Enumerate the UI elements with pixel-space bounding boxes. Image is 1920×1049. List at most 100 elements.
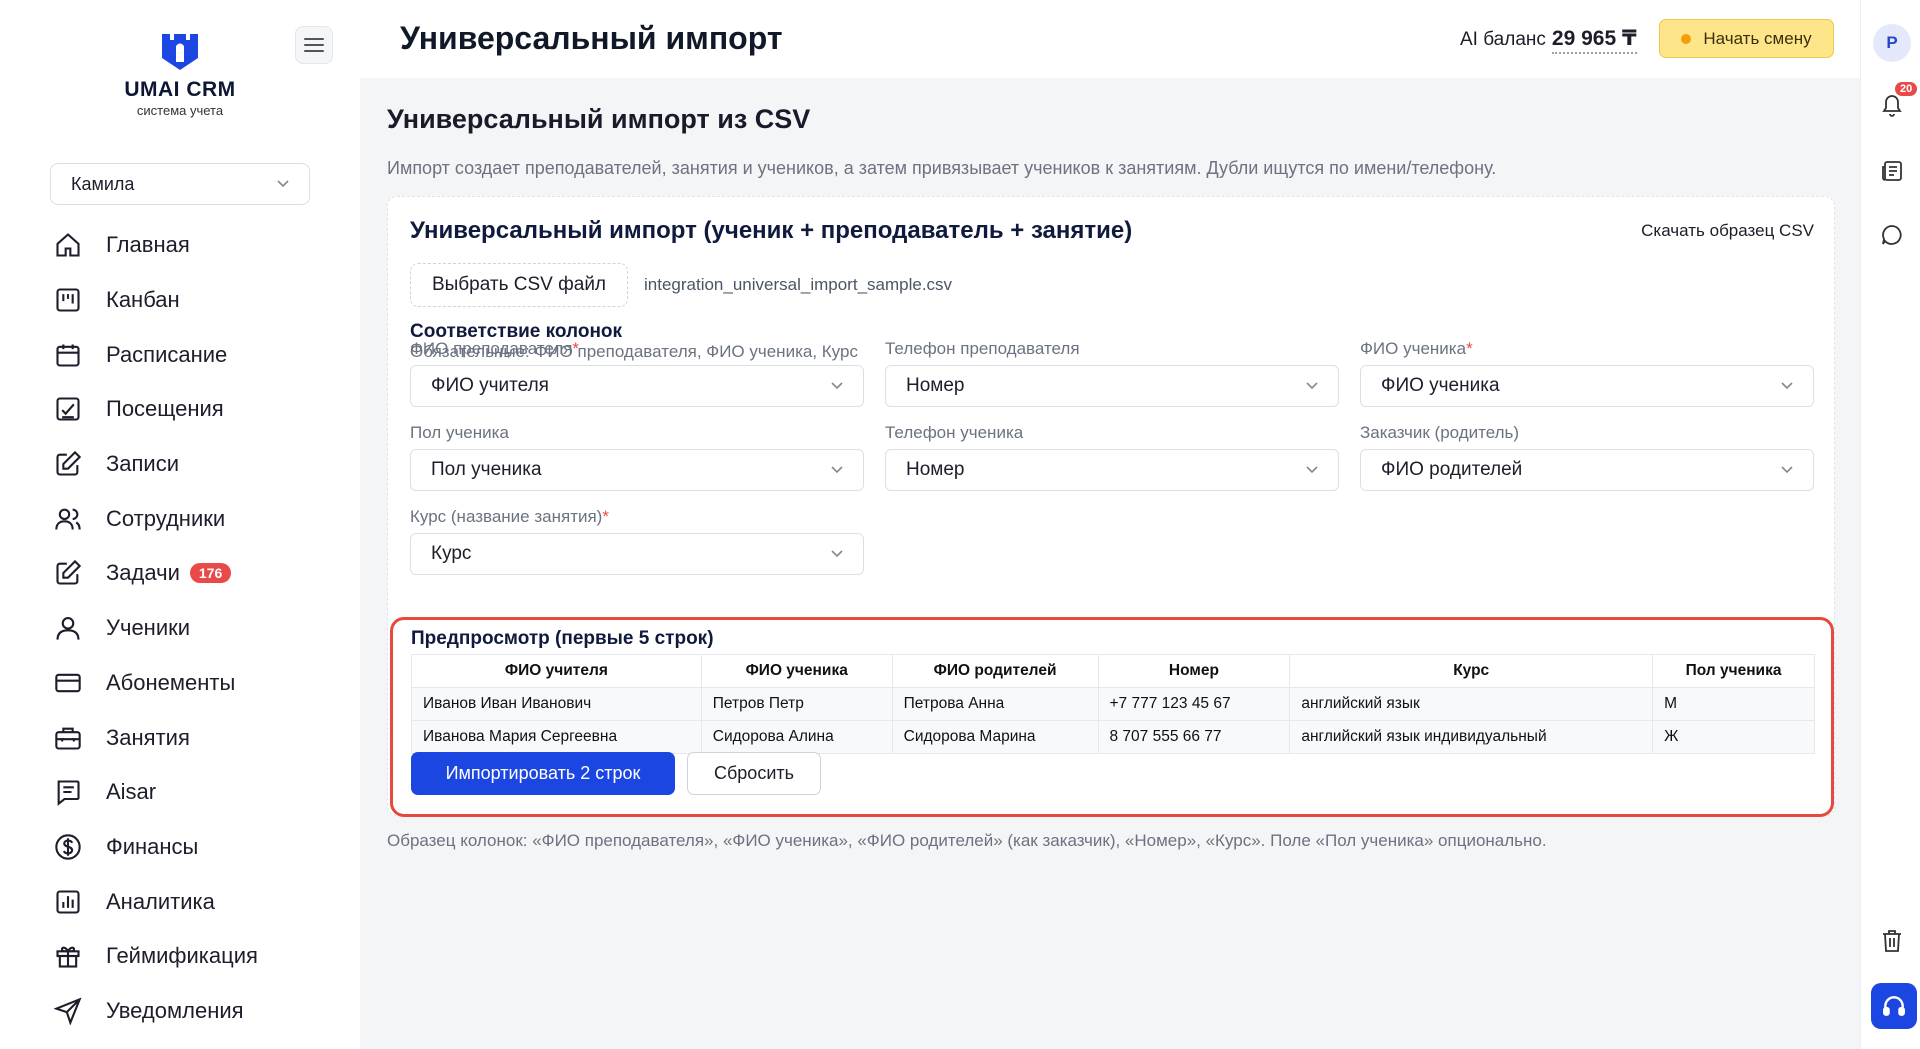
download-sample-link[interactable]: Скачать образец CSV (1641, 221, 1814, 241)
table-row: Иванов Иван Иванович Петров Петр Петрова… (411, 687, 1815, 721)
field-label-text: Пол ученика (410, 423, 509, 442)
chevron-down-icon (277, 180, 289, 188)
select-value: Пол ученика (431, 459, 542, 480)
choose-file-button[interactable]: Выбрать CSV файл (410, 263, 628, 307)
user-select[interactable]: Камила (50, 163, 310, 205)
sidebar-item-label: Записи (106, 451, 180, 477)
sidebar-item-gamification[interactable]: Геймификация (52, 929, 342, 984)
sidebar-item-students[interactable]: Ученики (52, 601, 342, 656)
ai-balance-value[interactable]: 29 965 ₸ (1551, 26, 1637, 54)
chat-button[interactable] (1877, 220, 1907, 250)
section-description: Импорт создает преподавателей, занятия и… (387, 158, 1497, 178)
tasks-count-badge: 176 (189, 563, 232, 584)
sidebar-item-subscriptions[interactable]: Абонементы (52, 656, 342, 711)
field-label-text: Заказчик (родитель) (1360, 423, 1520, 442)
student-name-select[interactable]: ФИО ученика (1360, 365, 1814, 407)
table-cell: английский язык (1289, 687, 1654, 721)
start-shift-label: Начать смену (1703, 28, 1812, 48)
menu-toggle-button[interactable] (295, 26, 333, 64)
table-row: Иванова Мария Сергеевна Сидорова Алина С… (411, 720, 1815, 754)
start-shift-button[interactable]: Начать смену (1659, 19, 1834, 58)
customer-parent-select[interactable]: ФИО родителей (1360, 449, 1814, 491)
selected-file-name: integration_universal_import_sample.csv (644, 275, 953, 294)
home-icon (52, 229, 84, 261)
status-dot-icon (1681, 33, 1692, 44)
student-phone-select[interactable]: Номер (885, 449, 1339, 491)
field-teacher-phone: Телефон преподавателя Номер (885, 339, 1339, 407)
sidebar-item-lessons[interactable]: Занятия (52, 710, 342, 765)
select-value: ФИО учителя (431, 375, 549, 396)
chevron-down-icon (1306, 382, 1318, 390)
user-icon (52, 612, 84, 644)
field-label: Курс (название занятия)* (410, 507, 864, 529)
send-icon (52, 995, 84, 1027)
field-customer-parent: Заказчик (родитель) ФИО родителей (1360, 423, 1814, 491)
select-value: ФИО ученика (1381, 375, 1500, 396)
teacher-phone-select[interactable]: Номер (885, 365, 1339, 407)
table-cell: Ж (1652, 720, 1815, 754)
student-gender-select[interactable]: Пол ученика (410, 449, 864, 491)
preview-panel: Предпросмотр (первые 5 строк) ФИО учител… (390, 617, 1834, 817)
sidebar-item-label: Канбан (106, 287, 180, 313)
chevron-down-icon (1781, 382, 1793, 390)
sidebar-item-aisar[interactable]: Aisar (52, 765, 342, 820)
select-value: Номер (906, 459, 965, 480)
chevron-down-icon (1781, 466, 1793, 474)
brand-name: UMAI CRM (124, 78, 236, 101)
import-card-title: Универсальный импорт (ученик + преподава… (410, 217, 1133, 244)
sidebar-item-analytics[interactable]: Аналитика (52, 874, 342, 929)
import-card: Универсальный импорт (ученик + преподава… (387, 196, 1835, 817)
tower-logo-icon (162, 34, 198, 70)
preview-title: Предпросмотр (первые 5 строк) (411, 628, 714, 649)
briefcase-icon (52, 722, 84, 754)
import-rows-button[interactable]: Импортировать 2 строк (411, 752, 675, 795)
calendar-icon (52, 339, 84, 371)
preview-table: ФИО учителя ФИО ученика ФИО родителей Но… (411, 654, 1815, 754)
field-label-text: ФИО ученика (1360, 339, 1467, 358)
sidebar-item-label: Аналитика (106, 888, 215, 914)
gift-icon (52, 940, 84, 972)
field-label: Телефон преподавателя (885, 339, 1339, 361)
brand-logo[interactable]: UMAI CRM система учета (118, 32, 242, 118)
field-course: Курс (название занятия)* Курс (410, 507, 864, 575)
field-label: Пол ученика (410, 423, 864, 445)
sidebar-item-notifications[interactable]: Уведомления (52, 984, 342, 1039)
support-button[interactable] (1871, 983, 1917, 1029)
sidebar-item-kanban[interactable]: Канбан (52, 273, 342, 328)
field-label: ФИО преподавателя* (410, 339, 864, 361)
sidebar-item-home[interactable]: Главная (52, 218, 342, 273)
sidebar-item-label: Главная (106, 232, 190, 258)
sidebar-item-label: Уведомления (106, 997, 244, 1023)
sidebar-item-staff[interactable]: Сотрудники (52, 491, 342, 546)
column-header: ФИО родителей (891, 654, 1099, 688)
course-select[interactable]: Курс (410, 533, 864, 575)
field-student-phone: Телефон ученика Номер (885, 423, 1339, 491)
sidebar-item-finance[interactable]: Финансы (52, 820, 342, 875)
news-button[interactable] (1877, 156, 1907, 186)
sidebar-item-records[interactable]: Записи (52, 437, 342, 492)
sidebar-item-label: Финансы (106, 833, 199, 859)
user-select-value: Камила (71, 173, 135, 194)
table-cell: английский язык индивидуальный (1289, 720, 1654, 754)
sidebar-item-label: Сотрудники (106, 505, 226, 531)
chat-list-icon (52, 776, 84, 808)
sidebar-item-tasks[interactable]: Задачи 176 (52, 546, 342, 601)
ai-balance-label: AI баланс (1460, 29, 1546, 50)
sidebar-item-schedule[interactable]: Расписание (52, 327, 342, 382)
sidebar-item-label: Расписание (106, 341, 228, 367)
sidebar-item-attendance[interactable]: Посещения (52, 382, 342, 437)
avatar[interactable]: P (1873, 24, 1911, 62)
dollar-icon (52, 831, 84, 863)
field-label: ФИО ученика* (1360, 339, 1814, 361)
required-marker: * (572, 339, 580, 358)
required-marker: * (602, 507, 609, 526)
field-teacher-name: ФИО преподавателя* ФИО учителя (410, 339, 864, 407)
trash-button[interactable] (1877, 926, 1907, 956)
tasks-icon (52, 557, 84, 589)
reset-button[interactable]: Сбросить (687, 752, 821, 795)
teacher-name-select[interactable]: ФИО учителя (410, 365, 864, 407)
edit-icon (52, 448, 84, 480)
sidebar: UMAI CRM система учета Камила Главная Ка… (0, 0, 360, 1049)
select-value: Номер (906, 375, 965, 396)
staff-icon (52, 503, 84, 535)
